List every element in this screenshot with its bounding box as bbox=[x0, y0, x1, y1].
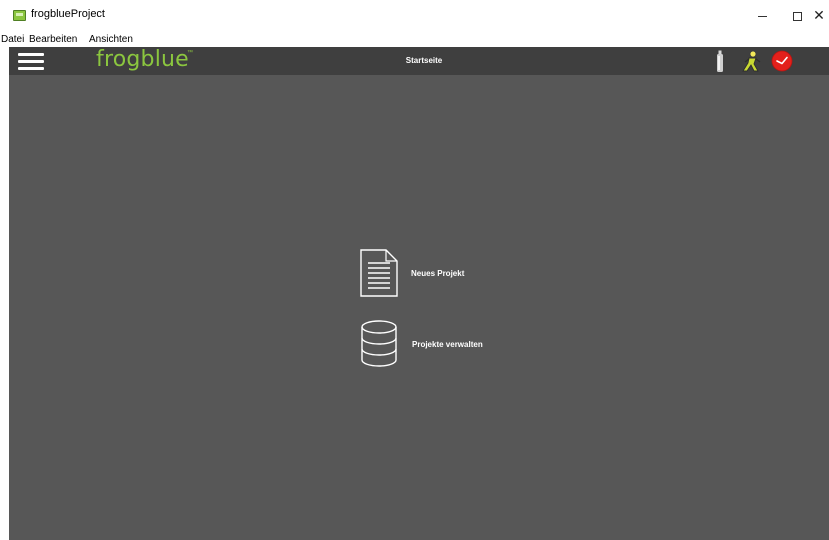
menu-bearbeiten[interactable]: Bearbeiten bbox=[29, 33, 77, 46]
clock-icon[interactable] bbox=[771, 50, 793, 72]
window-title: frogblueProject bbox=[31, 8, 105, 20]
app-icon bbox=[13, 10, 26, 21]
logo-trademark: ™ bbox=[187, 50, 193, 56]
person-icon[interactable] bbox=[740, 50, 762, 72]
main-content: Neues Projekt Projekte verwalten bbox=[9, 75, 829, 540]
manage-projects-label: Projekte verwalten bbox=[412, 339, 483, 349]
menu-bar: Datei Bearbeiten Ansichten bbox=[0, 33, 829, 47]
document-icon bbox=[360, 249, 398, 297]
window-titlebar: frogblueProject ✕ bbox=[0, 0, 829, 32]
menu-ansichten[interactable]: Ansichten bbox=[89, 33, 133, 46]
minimize-icon bbox=[757, 15, 767, 17]
new-project-button[interactable]: Neues Projekt bbox=[360, 249, 464, 297]
new-project-label: Neues Projekt bbox=[411, 268, 465, 278]
page-title: Startseite bbox=[405, 56, 443, 65]
frogblue-logo: frogblue bbox=[96, 47, 189, 72]
minimize-button[interactable] bbox=[742, 0, 782, 32]
database-icon bbox=[361, 320, 397, 367]
bottle-icon[interactable] bbox=[716, 50, 724, 73]
menu-datei[interactable]: Datei bbox=[1, 33, 24, 46]
app-header: frogblue ™ Startseite bbox=[9, 47, 829, 75]
manage-projects-button[interactable]: Projekte verwalten bbox=[360, 320, 483, 368]
close-button[interactable]: ✕ bbox=[799, 0, 829, 32]
hamburger-menu-icon[interactable] bbox=[18, 53, 44, 70]
